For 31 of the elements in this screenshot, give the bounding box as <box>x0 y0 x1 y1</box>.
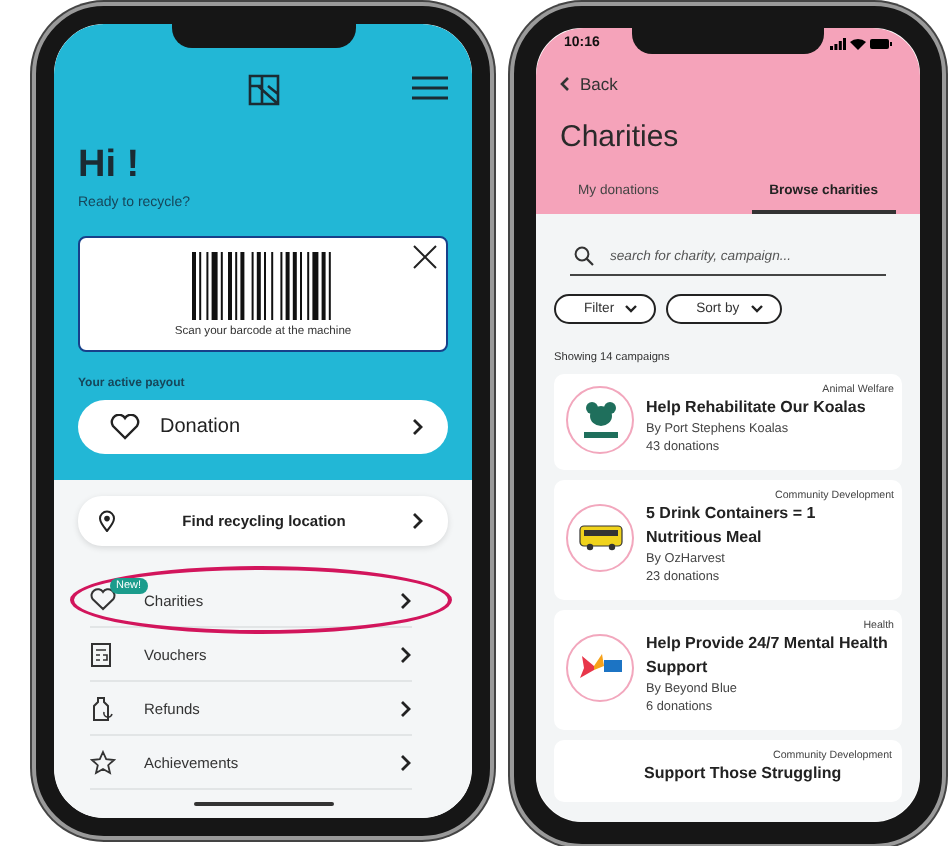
campaign-title: Help Rehabilitate Our Koalas <box>646 396 868 420</box>
page-title: Charities <box>560 120 681 154</box>
heart-icon <box>110 414 140 440</box>
chevron-icon <box>400 645 412 663</box>
campaign-title: 5 Drink Containers = 1 Nutritious Meal <box>646 502 818 550</box>
back-chevron-icon <box>560 76 570 92</box>
logo-icon <box>247 74 279 106</box>
campaign-title: Help Provide 24/7 Mental Health Support <box>646 632 890 680</box>
pin-icon <box>98 510 116 532</box>
chevron-icon <box>400 591 412 609</box>
star-icon <box>90 749 116 775</box>
caret-icon <box>749 304 764 314</box>
chevron-icon <box>412 512 424 530</box>
voucher-icon <box>90 641 116 667</box>
battery-icon <box>870 37 892 49</box>
caret-icon <box>624 304 639 314</box>
back-button[interactable]: Back <box>560 74 618 94</box>
wifi-icon <box>850 37 866 49</box>
greeting: Hi ! <box>78 144 142 188</box>
chevron-icon <box>412 418 424 436</box>
chevron-icon <box>400 753 412 771</box>
bottle-icon <box>90 695 116 721</box>
close-icon[interactable] <box>412 244 438 270</box>
search-icon <box>574 246 594 266</box>
signal-icon <box>830 37 846 49</box>
heart-icon <box>90 587 116 613</box>
home-indicator <box>193 802 333 806</box>
chevron-icon <box>400 699 412 717</box>
menu-icon[interactable] <box>412 76 448 100</box>
campaign-title: Support Those Struggling <box>644 762 844 786</box>
payout-button[interactable]: Donation <box>78 400 448 454</box>
